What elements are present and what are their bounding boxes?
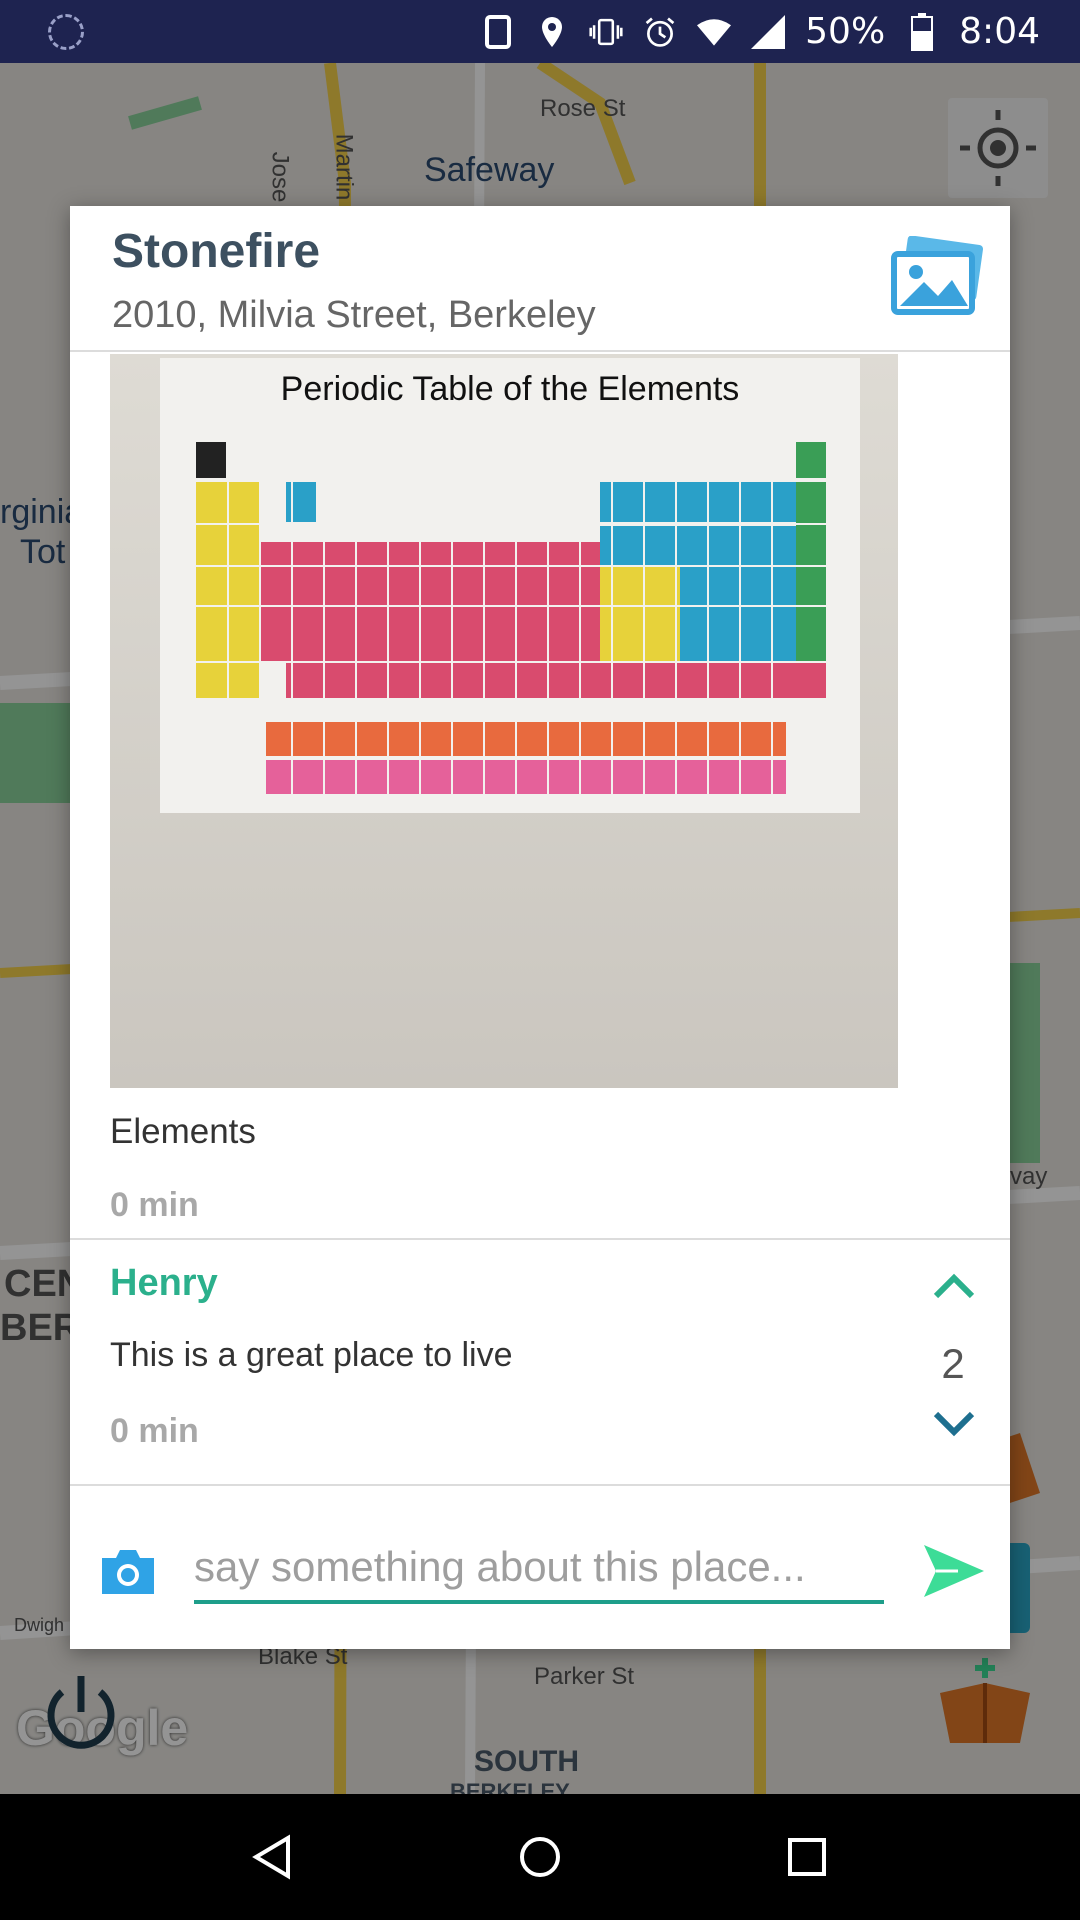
- status-icons: 50% 8:04: [481, 0, 1040, 63]
- camera-icon: [102, 1550, 154, 1594]
- signal-icon: [751, 14, 786, 49]
- battery-percent: 50%: [805, 11, 886, 52]
- recents-button[interactable]: [777, 1827, 837, 1887]
- post-time: 0 min: [110, 1186, 199, 1224]
- place-dialog: Stonefire 2010, Milvia Street, Berkeley …: [70, 206, 1010, 1649]
- loading-icon: [48, 14, 84, 50]
- gallery-icon: [891, 235, 984, 315]
- comment-author[interactable]: Henry: [110, 1262, 218, 1305]
- navigation-bar: [0, 1794, 1080, 1920]
- camera-button[interactable]: [98, 1546, 158, 1598]
- divider: [70, 1484, 1010, 1486]
- back-button[interactable]: [243, 1827, 303, 1887]
- location-icon: [535, 15, 569, 49]
- vibrate-icon: [589, 15, 623, 49]
- poster-title: Periodic Table of the Elements: [280, 370, 740, 408]
- send-icon: [924, 1545, 984, 1597]
- place-title: Stonefire: [112, 225, 321, 278]
- phone-icon: [481, 14, 515, 49]
- divider: [70, 1238, 1010, 1240]
- periodic-table-cells: [196, 442, 826, 802]
- home-button[interactable]: [510, 1827, 570, 1887]
- home-icon: [519, 1837, 560, 1877]
- send-button[interactable]: [922, 1541, 986, 1601]
- comment-time: 0 min: [110, 1412, 199, 1450]
- chevron-down-icon: [933, 1411, 975, 1437]
- post-photo[interactable]: Periodic Table of the Elements: [110, 354, 898, 1088]
- post-caption: Elements: [110, 1112, 256, 1151]
- back-icon: [252, 1834, 291, 1880]
- comment-text: This is a great place to live: [110, 1336, 513, 1374]
- wifi-icon: [697, 15, 732, 49]
- dialog-header: Stonefire 2010, Milvia Street, Berkeley: [70, 206, 1010, 352]
- alarm-icon: [643, 15, 677, 49]
- vote-count: 2: [941, 1340, 965, 1387]
- clock: 8:04: [959, 11, 1040, 52]
- chevron-up-icon: [933, 1273, 975, 1299]
- comment-input[interactable]: [194, 1536, 884, 1598]
- place-address: 2010, Milvia Street, Berkeley: [112, 294, 596, 336]
- recents-icon: [787, 1838, 826, 1876]
- battery-icon: [905, 12, 939, 51]
- upvote-button[interactable]: [930, 1266, 978, 1302]
- status-bar: 50% 8:04: [0, 0, 1080, 63]
- comment-input-wrapper: [194, 1536, 884, 1604]
- downvote-button[interactable]: [930, 1406, 978, 1442]
- gallery-button[interactable]: [890, 235, 986, 320]
- poster: Periodic Table of the Elements: [160, 358, 860, 813]
